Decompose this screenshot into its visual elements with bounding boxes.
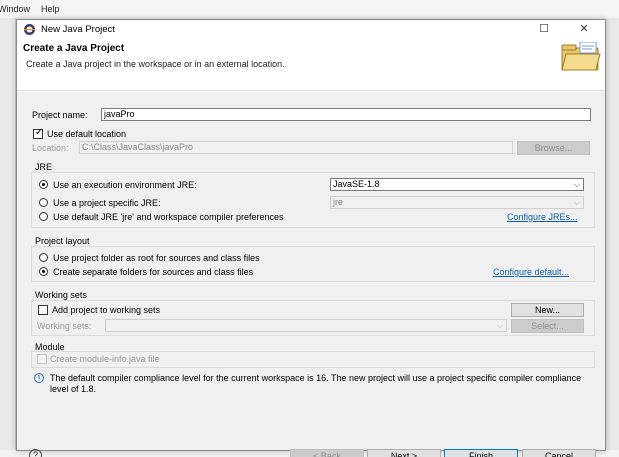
use-default-location-checkbox[interactable]: ✓ <box>33 127 44 139</box>
eclipse-icon <box>24 24 35 35</box>
dialog-titlebar[interactable]: New Java Project ☐ ✕ <box>17 20 605 39</box>
use-default-location-label: Use default location <box>47 129 127 139</box>
jre-default-radio[interactable] <box>39 212 48 221</box>
wizard-body: Project name: javaPro ✓ Use default loca… <box>17 92 605 457</box>
jre-specific-radio[interactable] <box>39 198 48 207</box>
working-sets-group-label: Working sets <box>35 290 87 300</box>
layout-separate-label: Create separate folders for sources and … <box>53 267 254 277</box>
back-button[interactable]: < Back <box>290 449 364 457</box>
radio-selected-dot <box>42 183 45 186</box>
project-name-label: Project name: <box>32 110 88 120</box>
add-to-working-sets-label: Add project to working sets <box>52 305 161 315</box>
menu-help[interactable]: Help <box>41 4 60 14</box>
background-menubar: Window Help <box>0 0 619 18</box>
location-label: Location: <box>32 143 69 153</box>
select-working-set-button[interactable]: Select... <box>511 319 584 333</box>
layout-separate-radio[interactable] <box>39 267 48 276</box>
jre-specific-value: jre <box>333 197 344 207</box>
info-icon: i <box>34 373 44 383</box>
location-input[interactable]: C:\Class\JavaClass\javaPro <box>79 141 513 154</box>
new-java-project-dialog: New Java Project ☐ ✕ Create a Java Proje… <box>16 19 606 457</box>
jre-group-label: JRE <box>35 162 53 172</box>
chevron-down-icon: ⌵ <box>573 180 580 189</box>
create-module-info-checkbox[interactable] <box>37 354 47 364</box>
project-layout-group-label: Project layout <box>35 236 90 246</box>
compliance-info-message: The default compiler compliance level fo… <box>50 373 582 394</box>
jre-env-label: Use an execution environment JRE: <box>53 180 197 190</box>
configure-jres-link[interactable]: Configure JREs... <box>507 212 578 222</box>
close-button[interactable]: ✕ <box>573 22 595 37</box>
checkmark-icon: ✓ <box>35 127 44 138</box>
jre-default-label: Use default JRE 'jre' and workspace comp… <box>53 212 284 222</box>
radio-selected-dot <box>42 270 45 273</box>
wizard-title: Create a Java Project <box>23 43 125 54</box>
finish-button[interactable]: Finish <box>444 449 518 457</box>
layout-root-label: Use project folder as root for sources a… <box>53 253 260 263</box>
jre-env-value: JavaSE-1.8 <box>333 179 380 189</box>
background-left-panel <box>0 18 16 457</box>
jre-env-combo[interactable]: JavaSE-1.8 ⌵ <box>330 178 584 191</box>
create-module-info-label: Create module-info.java file <box>50 354 160 364</box>
folder-wizard-icon <box>561 42 601 71</box>
cancel-button[interactable]: Cancel <box>522 449 596 457</box>
maximize-button[interactable]: ☐ <box>533 22 555 37</box>
background-right-panel <box>606 18 619 457</box>
add-to-working-sets-checkbox[interactable] <box>38 305 48 315</box>
next-button[interactable]: Next > <box>367 449 441 457</box>
menu-window[interactable]: Window <box>0 4 30 14</box>
working-sets-combo[interactable]: ⌵ <box>105 319 507 332</box>
jre-specific-label: Use a project specific JRE: <box>53 198 161 208</box>
jre-env-radio[interactable] <box>39 180 48 189</box>
jre-specific-combo[interactable]: jre ⌵ <box>330 196 584 209</box>
dialog-title: New Java Project <box>41 24 115 35</box>
wizard-description: Create a Java project in the workspace o… <box>26 59 285 69</box>
project-name-input[interactable]: javaPro <box>101 108 591 121</box>
browse-button[interactable]: Browse... <box>517 141 590 155</box>
chevron-down-icon: ⌵ <box>496 321 503 330</box>
layout-root-radio[interactable] <box>39 253 48 262</box>
help-icon[interactable]: ? <box>29 449 42 457</box>
working-sets-label: Working sets: <box>37 321 92 331</box>
new-working-set-button[interactable]: New... <box>511 303 584 317</box>
chevron-down-icon: ⌵ <box>573 198 580 207</box>
configure-default-link[interactable]: Configure default... <box>493 267 569 277</box>
wizard-header: Create a Java Project Create a Java proj… <box>17 39 605 91</box>
